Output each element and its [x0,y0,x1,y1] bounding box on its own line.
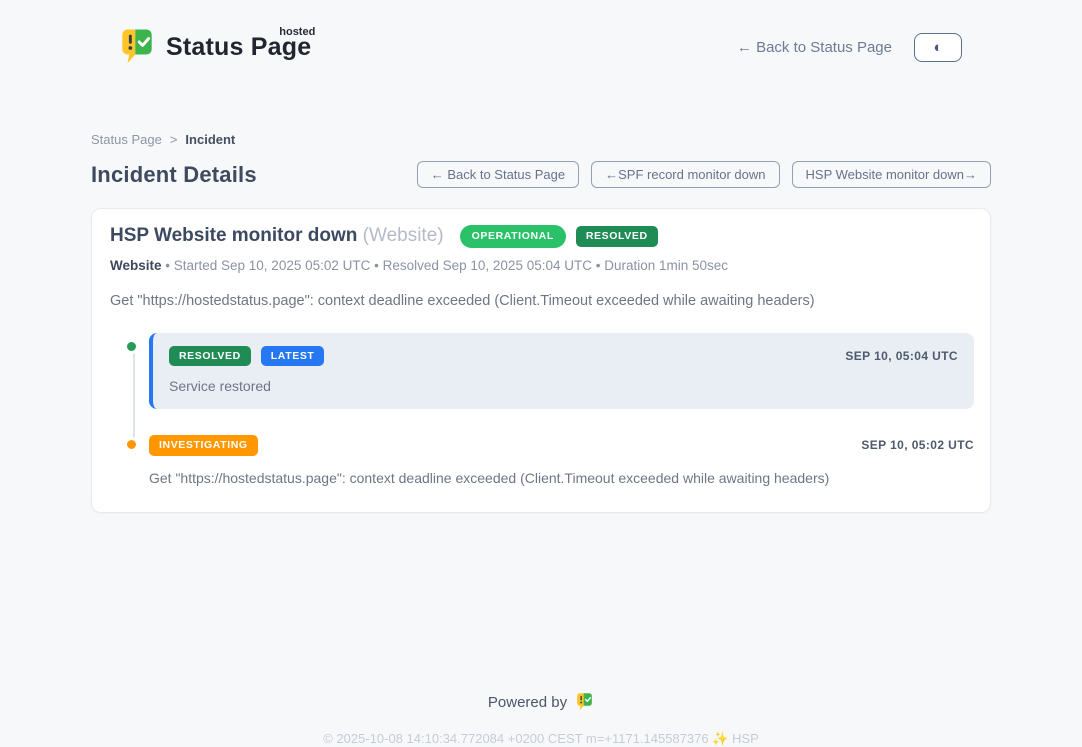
header: Status Page hosted ← Back to Status Page… [0,0,1082,76]
prev-incident-button[interactable]: ←SPF record monitor down [591,161,779,188]
breadcrumb-root[interactable]: Status Page [91,132,162,147]
brand-superscript: hosted [279,26,315,38]
timeline-investigating-badge: INVESTIGATING [149,435,258,456]
copyright-line: © 2025-10-08 14:10:34.772084 +0200 CEST … [0,731,1082,747]
footer: Powered by © 2025-10-08 14:10:34.772084 … [0,691,1082,747]
sparkles-icon: ✨ [712,731,728,746]
breadcrumb: Status Page > Incident [91,132,991,147]
timeline-latest-update-box: RESOLVED LATEST SEP 10, 05:04 UTC Servic… [149,333,974,410]
copyright-suffix: HSP [732,731,759,746]
timeline-dot-green [124,339,139,354]
operational-status-badge: OPERATIONAL [460,225,566,248]
breadcrumb-separator: > [170,132,178,147]
breadcrumb-current: Incident [185,132,235,147]
timeline-item-resolved: RESOLVED LATEST SEP 10, 05:04 UTC Servic… [110,333,974,410]
next-incident-button[interactable]: HSP Website monitor down→ [792,161,991,188]
statuspage-logo-icon-small [575,691,594,715]
timeline-latest-badge: LATEST [261,346,325,367]
incident-meta: Website • Started Sep 10, 2025 05:02 UTC… [110,258,974,273]
incident-description: Get "https://hostedstatus.page": context… [110,293,974,309]
brand-name: Status Page hosted [166,33,311,62]
incident-nav-buttons: ← Back to Status Page ←SPF record monito… [417,161,991,188]
resolved-state-badge: RESOLVED [576,226,658,247]
incident-component: (Website) [363,225,444,246]
incident-title: HSP Website monitor down (Website) [110,225,444,247]
statuspage-logo-icon [118,25,156,70]
timeline-timestamp: SEP 10, 05:02 UTC [861,438,974,452]
brand-logo[interactable]: Status Page hosted [118,25,311,70]
theme-toggle-button[interactable]: ◐ [914,33,962,62]
half-circle-theme-icon: ◐ [933,39,942,56]
page-title: Incident Details [91,162,257,188]
powered-by-label: Powered by [488,694,567,711]
incident-card: HSP Website monitor down (Website) OPERA… [91,208,991,513]
timeline-message: Service restored [169,378,958,394]
timeline-timestamp: SEP 10, 05:04 UTC [845,349,958,363]
main-content: Status Page > Incident Incident Details … [91,132,991,513]
incident-meta-component: Website [110,258,162,273]
copyright-text: © 2025-10-08 14:10:34.772084 +0200 CEST … [323,731,708,746]
timeline-message: Get "https://hostedstatus.page": context… [149,470,974,486]
incident-timeline: RESOLVED LATEST SEP 10, 05:04 UTC Servic… [110,333,974,486]
powered-by[interactable]: Powered by [488,691,594,715]
incident-meta-times: • Started Sep 10, 2025 05:02 UTC • Resol… [162,258,729,273]
timeline-dot-orange [124,437,139,452]
back-to-status-page-button[interactable]: ← Back to Status Page [417,161,579,188]
timeline-item-investigating: INVESTIGATING SEP 10, 05:02 UTC Get "htt… [110,435,974,486]
header-back-link[interactable]: ← Back to Status Page [737,39,892,56]
timeline-resolved-badge: RESOLVED [169,346,251,367]
